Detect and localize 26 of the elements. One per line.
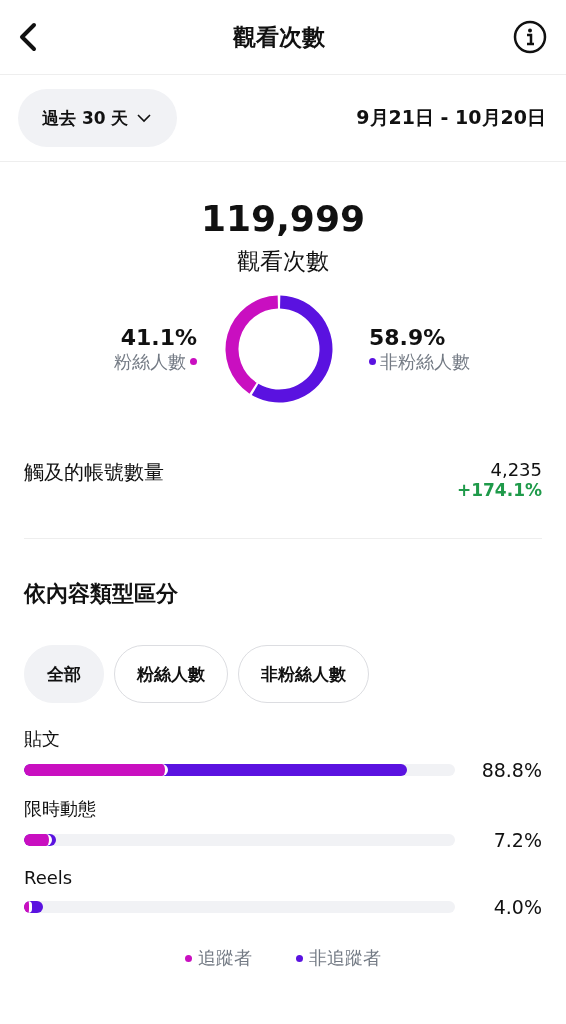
total-views: 119,999 (201, 198, 365, 240)
percent-value: 7.2% (492, 829, 542, 851)
section-title: 依內容類型區分 (24, 580, 179, 608)
period-dropdown[interactable]: 過去 30 天 (18, 89, 177, 147)
legend-label: 追蹤者 (198, 946, 252, 970)
info-icon[interactable] (512, 19, 548, 55)
filter-chip[interactable]: 全部 (24, 645, 104, 703)
percent-value: 4.0% (492, 896, 542, 918)
legend-label: 非追蹤者 (309, 946, 381, 970)
chevron-icon (136, 113, 151, 123)
stat-label: 粉絲人數 (114, 349, 186, 374)
reach-label: 觸及的帳號數量 (24, 459, 164, 486)
total-label: 觀看次數 (237, 247, 329, 276)
filter-chip[interactable]: 粉絲人數 (114, 645, 228, 703)
content-type-label: 限時動態 (24, 797, 97, 821)
reach-change: +174.1% (456, 480, 542, 500)
stat-value: 41.1% (120, 324, 197, 350)
date-range: 9月21日 - 10月20日 (356, 105, 546, 130)
stat-value: 58.9% (369, 324, 447, 350)
reach-value: 4,235 (490, 459, 542, 480)
filter-chip[interactable]: 非粉絲人數 (238, 645, 369, 703)
content-type-label: 貼文 (24, 727, 61, 751)
content-type-label: Reels (24, 867, 74, 888)
stat-label: 非粉絲人數 (380, 349, 470, 374)
page-title: 觀看次數 (233, 22, 325, 52)
percent-value: 88.8% (480, 759, 542, 781)
